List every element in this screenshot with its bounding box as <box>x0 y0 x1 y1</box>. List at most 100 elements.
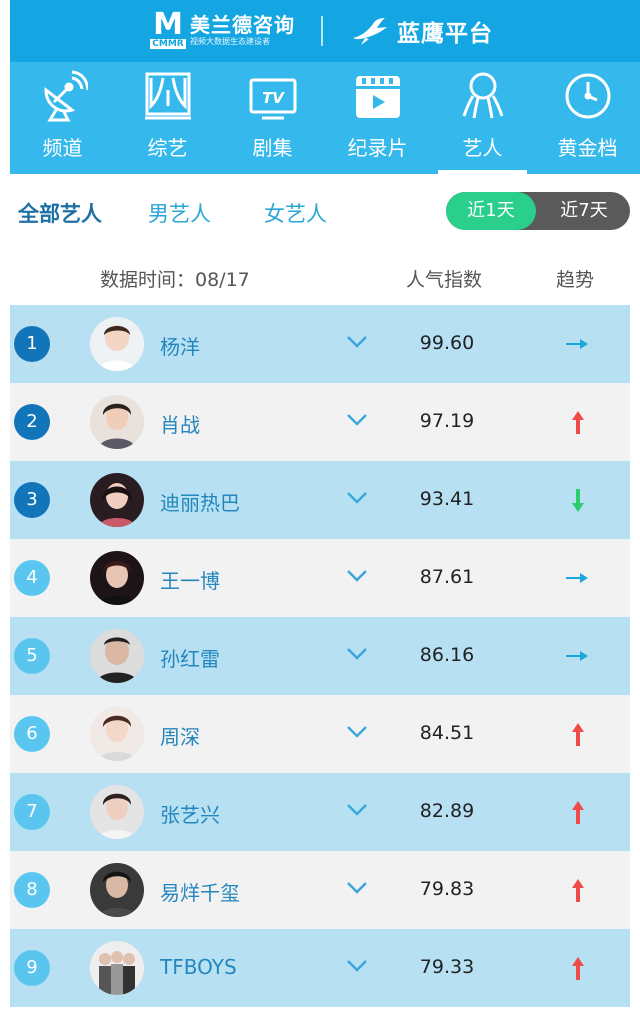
popularity-score: 84.51 <box>419 722 475 744</box>
trend-down-icon <box>572 489 584 512</box>
table-row[interactable]: 5 孙红雷 86.16 <box>10 617 630 695</box>
chevron-down-icon[interactable] <box>346 725 368 739</box>
table-row[interactable]: 1 杨洋 99.60 <box>10 305 630 383</box>
avatar <box>90 863 144 917</box>
popularity-score: 99.60 <box>419 332 475 354</box>
chevron-down-icon[interactable] <box>346 803 368 817</box>
chevron-down-icon[interactable] <box>346 413 368 427</box>
chevron-down-icon[interactable] <box>346 959 368 973</box>
rank-badge: 1 <box>14 326 50 362</box>
avatar <box>90 707 144 761</box>
popularity-score: 79.33 <box>419 956 475 978</box>
ranking-list: 1 杨洋 99.60 2 肖战 97.19 3 迪丽热巴 93.41 4 王一博 <box>10 305 630 1007</box>
satellite-dish-icon <box>44 70 88 122</box>
table-header: 数据时间：08/17 人气指数 趋势 <box>10 248 640 305</box>
chevron-down-icon[interactable] <box>346 881 368 895</box>
artist-icon <box>462 72 504 119</box>
table-row[interactable]: 3 迪丽热巴 93.41 <box>10 461 630 539</box>
avatar <box>90 395 144 449</box>
avatar <box>90 317 144 371</box>
clock-icon <box>565 73 611 119</box>
artist-name[interactable]: 易烊千玺 <box>160 877 240 906</box>
rank-badge: 3 <box>14 482 50 518</box>
filter-bar: 全部艺人 男艺人 女艺人 近1天 近7天 <box>10 174 640 249</box>
chevron-down-icon[interactable] <box>346 569 368 583</box>
stage-curtain-icon <box>145 72 191 120</box>
trend-flat-icon <box>566 339 588 349</box>
trend-up-icon <box>572 879 584 902</box>
tv-icon: TV <box>249 78 297 120</box>
popularity-score: 93.41 <box>419 488 475 510</box>
table-row[interactable]: 8 易烊千玺 79.83 <box>10 851 630 929</box>
trend-header: 趋势 <box>556 269 595 291</box>
nav-item-documentary[interactable]: 纪录片 <box>325 62 430 174</box>
nav-item-channel[interactable]: 频道 <box>10 62 115 174</box>
screen-edge <box>0 0 10 1024</box>
film-clapper-icon <box>356 76 400 118</box>
artist-name[interactable]: TFBOYS <box>160 955 237 979</box>
rank-badge: 8 <box>14 872 50 908</box>
popularity-score: 97.19 <box>419 410 475 432</box>
avatar <box>90 941 144 995</box>
artist-name[interactable]: 孙红雷 <box>160 643 220 672</box>
app-screen: M CMMR 美兰德咨询 视频大数据生态建设者 蓝鹰平台 频道 综艺 TV 剧集… <box>0 0 640 1024</box>
trend-up-icon <box>572 411 584 434</box>
range-toggle: 近1天 近7天 <box>446 192 630 230</box>
popularity-score: 86.16 <box>419 644 475 666</box>
chevron-down-icon[interactable] <box>346 335 368 349</box>
artist-name[interactable]: 杨洋 <box>160 331 200 360</box>
trend-up-icon <box>572 801 584 824</box>
table-row[interactable]: 9 TFBOYS 79.33 <box>10 929 630 1007</box>
cmmr-logo-icon: M CMMR <box>150 10 186 50</box>
nav-item-drama[interactable]: TV 剧集 <box>220 62 325 174</box>
brand-tagline: 视频大数据生态建设者 <box>190 37 270 46</box>
popularity-header: 人气指数 <box>406 269 483 291</box>
nav-item-artist[interactable]: 艺人 <box>430 62 535 174</box>
popularity-score: 79.83 <box>419 878 475 900</box>
avatar <box>90 629 144 683</box>
range-7-days[interactable]: 近7天 <box>538 192 630 230</box>
avatar <box>90 785 144 839</box>
svg-text:TV: TV <box>262 89 285 107</box>
platform-brand: 蓝鹰平台 <box>351 14 493 48</box>
eagle-logo-icon <box>353 18 387 45</box>
artist-name[interactable]: 张艺兴 <box>160 799 220 828</box>
tab-female-artists[interactable]: 女艺人 <box>264 198 327 228</box>
brand-divider <box>321 16 323 46</box>
popularity-score: 87.61 <box>419 566 475 588</box>
platform-name: 蓝鹰平台 <box>397 21 493 47</box>
table-row[interactable]: 6 周深 84.51 <box>10 695 630 773</box>
brand-bar: M CMMR 美兰德咨询 视频大数据生态建设者 蓝鹰平台 <box>10 0 640 62</box>
nav-item-variety[interactable]: 综艺 <box>115 62 220 174</box>
trend-flat-icon <box>566 573 588 583</box>
rank-badge: 9 <box>14 950 50 986</box>
trend-flat-icon <box>566 651 588 661</box>
category-nav: 频道 综艺 TV 剧集 纪录片 艺人 黄金档 <box>10 62 640 174</box>
avatar <box>90 551 144 605</box>
rank-badge: 6 <box>14 716 50 752</box>
chevron-down-icon[interactable] <box>346 647 368 661</box>
artist-name[interactable]: 周深 <box>160 721 200 750</box>
table-row[interactable]: 2 肖战 97.19 <box>10 383 630 461</box>
trend-up-icon <box>572 723 584 746</box>
table-row[interactable]: 4 王一博 87.61 <box>10 539 630 617</box>
rank-badge: 2 <box>14 404 50 440</box>
data-date-label: 数据时间：08/17 <box>100 269 250 291</box>
range-1-day[interactable]: 近1天 <box>446 192 536 230</box>
artist-name[interactable]: 迪丽热巴 <box>160 487 240 516</box>
artist-name[interactable]: 肖战 <box>160 409 200 438</box>
rank-badge: 4 <box>14 560 50 596</box>
tab-all-artists[interactable]: 全部艺人 <box>18 198 102 228</box>
cmmr-brand: M CMMR 美兰德咨询 视频大数据生态建设者 <box>150 10 295 50</box>
popularity-score: 82.89 <box>419 800 475 822</box>
rank-badge: 5 <box>14 638 50 674</box>
avatar <box>90 473 144 527</box>
tab-male-artists[interactable]: 男艺人 <box>148 198 211 228</box>
trend-up-icon <box>572 957 584 980</box>
chevron-down-icon[interactable] <box>346 491 368 505</box>
nav-item-primetime[interactable]: 黄金档 <box>535 62 640 174</box>
table-row[interactable]: 7 张艺兴 82.89 <box>10 773 630 851</box>
brand-name: 美兰德咨询 <box>190 13 295 37</box>
rank-badge: 7 <box>14 794 50 830</box>
artist-name[interactable]: 王一博 <box>160 565 220 594</box>
